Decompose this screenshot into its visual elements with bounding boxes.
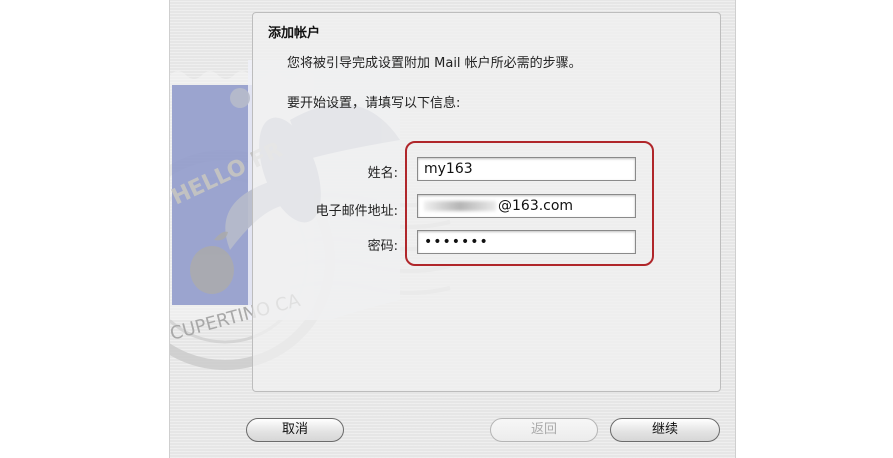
back-button[interactable]: 返回 [490, 418, 598, 442]
cancel-button[interactable]: 取消 [246, 418, 344, 442]
panel-description: 您将被引导完成设置附加 Mail 帐户所必需的步骤。 [287, 56, 582, 71]
email-domain: @163.com [498, 198, 574, 214]
name-field[interactable]: my163 [417, 157, 636, 181]
email-label: 电子邮件地址: [315, 204, 398, 219]
panel-prompt: 要开始设置，请填写以下信息: [287, 96, 461, 111]
email-field[interactable]: @163.com [417, 194, 636, 218]
panel-title: 添加帐户 [268, 26, 321, 41]
password-field[interactable]: ••••••• [417, 230, 636, 254]
continue-button[interactable]: 继续 [610, 418, 720, 442]
redacted-text [424, 201, 496, 211]
name-label: 姓名: [367, 166, 398, 181]
password-label: 密码: [367, 239, 398, 254]
